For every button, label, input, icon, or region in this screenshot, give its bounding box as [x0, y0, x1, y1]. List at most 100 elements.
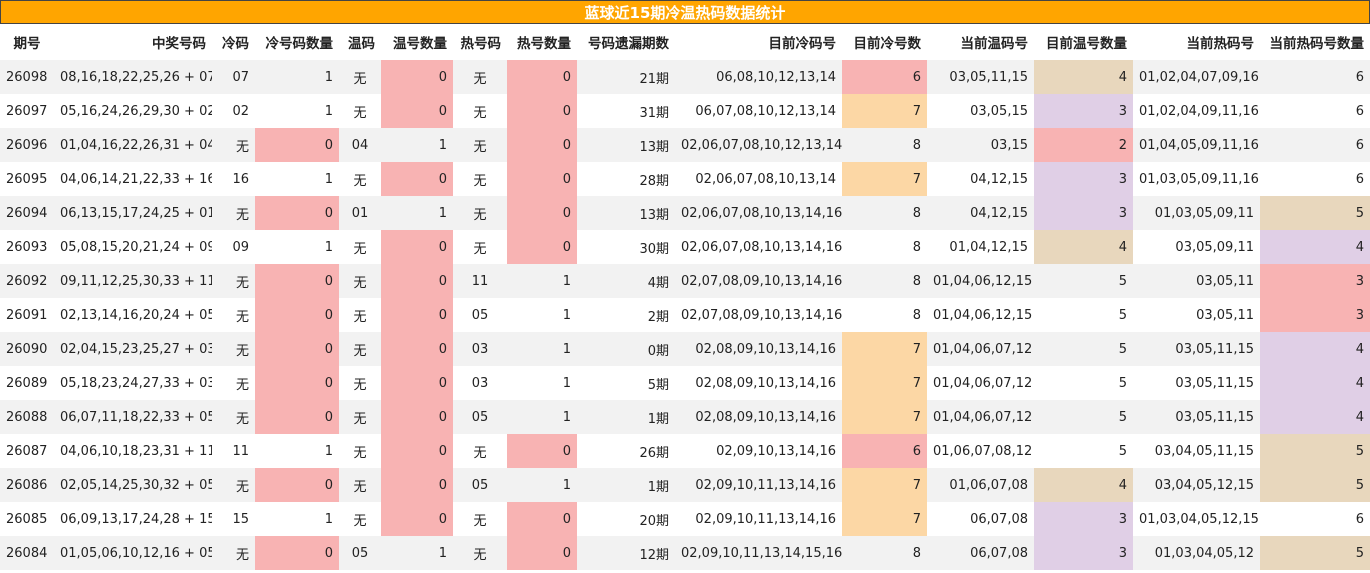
cell-hot-code: 03	[453, 332, 507, 366]
table-row[interactable]: 26090 02,04,15,23,25,27 + 03 无 0 无 0 03 1 0期 02,0…	[0, 332, 1370, 366]
cell-current-warm-numbers: 03,05,15	[927, 94, 1034, 128]
cell-period: 26088	[0, 400, 54, 434]
col-header-current-hot-numbers[interactable]: 当前热码号	[1133, 24, 1260, 60]
cell-warm-code: 01	[339, 196, 381, 230]
cell-current-cold-count: 8	[842, 128, 927, 162]
cell-current-hot-count: 6	[1260, 162, 1370, 196]
cell-current-cold-numbers: 02,08,09,10,13,14,16	[675, 366, 842, 400]
cell-winning-numbers: 05,16,24,26,29,30 + 02	[54, 94, 212, 128]
cell-warm-code: 无	[339, 332, 381, 366]
cell-current-hot-count: 5	[1260, 468, 1370, 502]
table-row[interactable]: 26095 04,06,14,21,22,33 + 16 16 1 无 0 无 0 28期 02,…	[0, 162, 1370, 196]
table-row[interactable]: 26097 05,16,24,26,29,30 + 02 02 1 无 0 无 0 31期 06,…	[0, 94, 1370, 128]
cell-missing-periods: 4期	[577, 264, 675, 298]
table-row[interactable]: 26089 05,18,23,24,27,33 + 03 无 0 无 0 03 1 5期 02,0…	[0, 366, 1370, 400]
cell-current-warm-numbers: 03,15	[927, 128, 1034, 162]
cell-cold-count: 0	[255, 128, 339, 162]
cell-current-warm-count: 5	[1034, 264, 1133, 298]
cell-missing-periods: 26期	[577, 434, 675, 468]
cell-cold-count: 0	[255, 196, 339, 230]
table-row[interactable]: 26096 01,04,16,22,26,31 + 04 无 0 04 1 无 0 13期 02,…	[0, 128, 1370, 162]
cell-missing-periods: 1期	[577, 400, 675, 434]
table-title: 蓝球近15期冷温热码数据统计	[0, 0, 1370, 24]
cell-cold-count: 1	[255, 60, 339, 94]
col-header-period[interactable]: 期号	[0, 24, 54, 60]
cell-current-cold-numbers: 02,09,10,11,13,14,15,16	[675, 536, 842, 570]
cell-current-cold-numbers: 02,07,08,09,10,13,14,16	[675, 298, 842, 332]
cell-cold-code: 11	[212, 434, 255, 468]
cell-warm-code: 无	[339, 230, 381, 264]
cell-winning-numbers: 09,11,12,25,30,33 + 11	[54, 264, 212, 298]
table-row[interactable]: 26084 01,05,06,10,12,16 + 05 无 0 05 1 无 0 12期 02,…	[0, 536, 1370, 570]
cell-warm-count: 0	[381, 162, 453, 196]
cell-cold-count: 0	[255, 332, 339, 366]
cell-current-hot-numbers: 03,05,11,15	[1133, 332, 1260, 366]
col-header-warm-count[interactable]: 温号数量	[381, 24, 453, 60]
cell-current-warm-count: 5	[1034, 298, 1133, 332]
cell-current-hot-count: 3	[1260, 298, 1370, 332]
cell-hot-count: 1	[507, 400, 577, 434]
cell-cold-code: 16	[212, 162, 255, 196]
col-header-missing-periods[interactable]: 号码遗漏期数	[577, 24, 675, 60]
col-header-current-warm-numbers[interactable]: 当前温码号	[927, 24, 1034, 60]
cell-warm-count: 0	[381, 468, 453, 502]
table-row[interactable]: 26093 05,08,15,20,21,24 + 09 09 1 无 0 无 0 30期 02,…	[0, 230, 1370, 264]
cell-current-hot-count: 4	[1260, 400, 1370, 434]
col-header-winning-numbers[interactable]: 中奖号码	[54, 24, 212, 60]
cell-hot-code: 无	[453, 536, 507, 570]
cell-current-cold-count: 8	[842, 298, 927, 332]
cell-warm-code: 无	[339, 264, 381, 298]
cell-current-hot-count: 5	[1260, 434, 1370, 468]
cell-hot-code: 无	[453, 128, 507, 162]
col-header-current-hot-count[interactable]: 当前热码号数量	[1260, 24, 1370, 60]
cell-current-warm-count: 5	[1034, 332, 1133, 366]
cell-missing-periods: 1期	[577, 468, 675, 502]
stats-table: 期号 中奖号码 冷码 冷号码数量 温码 温号数量 热号码 热号数量 号码遗漏期数…	[0, 24, 1370, 570]
cell-period: 26084	[0, 536, 54, 570]
cell-hot-count: 1	[507, 332, 577, 366]
col-header-warm-code[interactable]: 温码	[339, 24, 381, 60]
cell-current-warm-numbers: 06,07,08	[927, 502, 1034, 536]
cell-current-warm-numbers: 01,04,06,12,15	[927, 298, 1034, 332]
cell-current-hot-count: 5	[1260, 536, 1370, 570]
col-header-hot-count[interactable]: 热号数量	[507, 24, 577, 60]
col-header-cold-count[interactable]: 冷号码数量	[255, 24, 339, 60]
cell-current-warm-numbers: 03,05,11,15	[927, 60, 1034, 94]
col-header-cold-code[interactable]: 冷码	[212, 24, 255, 60]
cell-cold-code: 无	[212, 468, 255, 502]
cell-cold-count: 1	[255, 434, 339, 468]
cell-current-hot-count: 4	[1260, 332, 1370, 366]
col-header-current-warm-count[interactable]: 目前温号数量	[1034, 24, 1133, 60]
table-row[interactable]: 26094 06,13,15,17,24,25 + 01 无 0 01 1 无 0 13期 02,…	[0, 196, 1370, 230]
col-header-current-cold-count[interactable]: 目前冷号数	[842, 24, 927, 60]
table-row[interactable]: 26098 08,16,18,22,25,26 + 07 07 1 无 0 无 0 21期 06,…	[0, 60, 1370, 94]
table-row[interactable]: 26087 04,06,10,18,23,31 + 11 11 1 无 0 无 0 26期 02,…	[0, 434, 1370, 468]
table-row[interactable]: 26091 02,13,14,16,20,24 + 05 无 0 无 0 05 1 2期 02,0…	[0, 298, 1370, 332]
col-header-current-cold-numbers[interactable]: 目前冷码号	[675, 24, 842, 60]
cell-current-warm-count: 3	[1034, 196, 1133, 230]
header-row: 期号 中奖号码 冷码 冷号码数量 温码 温号数量 热号码 热号数量 号码遗漏期数…	[0, 24, 1370, 60]
cell-missing-periods: 0期	[577, 332, 675, 366]
cell-winning-numbers: 05,18,23,24,27,33 + 03	[54, 366, 212, 400]
cell-current-warm-count: 5	[1034, 366, 1133, 400]
cell-current-hot-numbers: 03,05,11	[1133, 264, 1260, 298]
cell-hot-code: 03	[453, 366, 507, 400]
cell-current-cold-numbers: 02,08,09,10,13,14,16	[675, 400, 842, 434]
cell-current-warm-count: 3	[1034, 536, 1133, 570]
cell-cold-code: 无	[212, 196, 255, 230]
cell-missing-periods: 13期	[577, 128, 675, 162]
cell-current-hot-count: 6	[1260, 60, 1370, 94]
table-row[interactable]: 26088 06,07,11,18,22,33 + 05 无 0 无 0 05 1 1期 02,0…	[0, 400, 1370, 434]
cell-current-warm-numbers: 01,04,06,12,15	[927, 264, 1034, 298]
col-header-hot-code[interactable]: 热号码	[453, 24, 507, 60]
table-row[interactable]: 26085 06,09,13,17,24,28 + 15 15 1 无 0 无 0 20期 02,…	[0, 502, 1370, 536]
cell-current-cold-numbers: 02,06,07,08,10,13,14,16	[675, 230, 842, 264]
cell-cold-code: 无	[212, 400, 255, 434]
cell-hot-count: 0	[507, 230, 577, 264]
cell-warm-count: 0	[381, 94, 453, 128]
table-row[interactable]: 26086 02,05,14,25,30,32 + 05 无 0 无 0 05 1 1期 02,0…	[0, 468, 1370, 502]
cell-current-warm-numbers: 01,04,06,07,12	[927, 366, 1034, 400]
cell-warm-count: 0	[381, 60, 453, 94]
table-row[interactable]: 26092 09,11,12,25,30,33 + 11 无 0 无 0 11 1 4期 02,0…	[0, 264, 1370, 298]
cell-current-cold-numbers: 06,08,10,12,13,14	[675, 60, 842, 94]
